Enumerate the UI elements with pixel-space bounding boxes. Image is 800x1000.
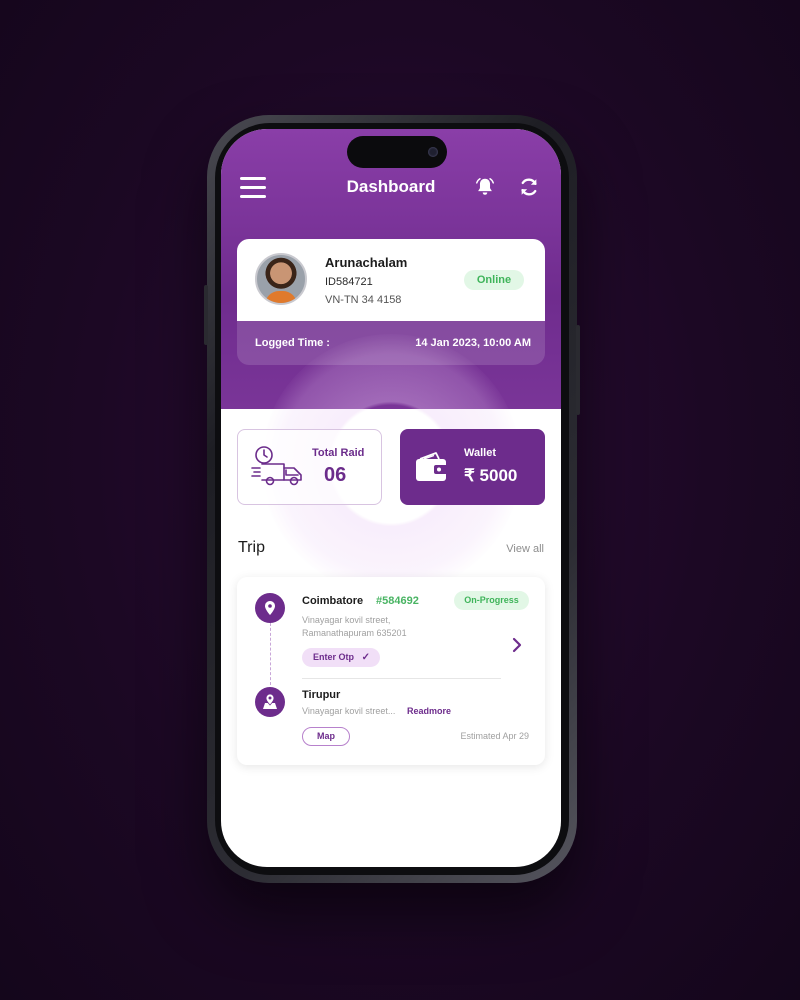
destination-address: Vinayagar kovil street... — [302, 706, 396, 716]
camera-icon — [428, 147, 438, 157]
destination-city: Tirupur — [302, 689, 341, 701]
app-screen: Dashboard Arunachalam ID584721 VN-TN 34 … — [221, 129, 561, 867]
truck-icon — [251, 446, 302, 486]
enter-otp-button[interactable]: Enter Otp ✓ — [302, 648, 380, 667]
view-all-link[interactable]: View all — [506, 543, 544, 555]
origin-address: Vinayagar kovil street, Ramanathapuram 6… — [302, 614, 442, 640]
dynamic-island — [347, 136, 447, 168]
map-pin-icon — [263, 693, 277, 709]
estimated-date: Estimated Apr 29 — [460, 731, 529, 741]
total-raid-label: Total Raid — [312, 447, 365, 459]
top-bar: Dashboard — [221, 171, 561, 207]
enter-otp-label: Enter Otp — [313, 652, 355, 662]
logged-time-value: 14 Jan 2023, 10:00 AM — [415, 337, 531, 349]
page-title: Dashboard — [346, 177, 436, 196]
total-raid-value: 06 — [324, 464, 347, 486]
total-raid-card[interactable]: Total Raid 06 — [237, 429, 382, 505]
trip-section-title: Trip — [238, 539, 265, 556]
chevron-right-icon[interactable] — [511, 637, 523, 653]
trip-card[interactable]: Coimbatore #584692 On-Progress Vinayagar… — [237, 577, 545, 765]
avatar — [255, 253, 307, 305]
route-connector — [270, 623, 271, 685]
driver-id: ID584721 — [325, 276, 373, 288]
profile-card[interactable]: Arunachalam ID584721 VN-TN 34 4158 Onlin… — [237, 239, 545, 365]
origin-marker — [255, 593, 285, 623]
logged-time-label: Logged Time : — [255, 337, 330, 349]
wallet-icon — [416, 452, 448, 481]
vehicle-number: VN-TN 34 4158 — [325, 294, 402, 306]
origin-address-line1: Vinayagar kovil street, — [302, 615, 391, 625]
origin-city: Coimbatore — [302, 595, 364, 607]
trip-status-badge: On-Progress — [454, 591, 529, 610]
bell-icon[interactable] — [474, 176, 496, 198]
wallet-label: Wallet — [464, 447, 496, 459]
location-pin-icon — [265, 601, 275, 615]
driver-name: Arunachalam — [325, 255, 408, 270]
wallet-balance: ₹ 5000 — [464, 466, 518, 485]
status-badge: Online — [464, 270, 524, 290]
refresh-icon[interactable] — [518, 176, 540, 198]
origin-address-line2: Ramanathapuram 635201 — [302, 628, 407, 638]
map-button[interactable]: Map — [302, 727, 350, 746]
check-icon: ✓ — [361, 652, 370, 663]
wallet-card[interactable]: Wallet ₹ 5000 — [400, 429, 545, 505]
profile-summary: Arunachalam ID584721 VN-TN 34 4158 Onlin… — [237, 239, 545, 321]
destination-marker — [255, 687, 285, 717]
divider — [302, 678, 501, 679]
readmore-link[interactable]: Readmore — [407, 706, 451, 716]
trip-id: #584692 — [376, 595, 419, 607]
